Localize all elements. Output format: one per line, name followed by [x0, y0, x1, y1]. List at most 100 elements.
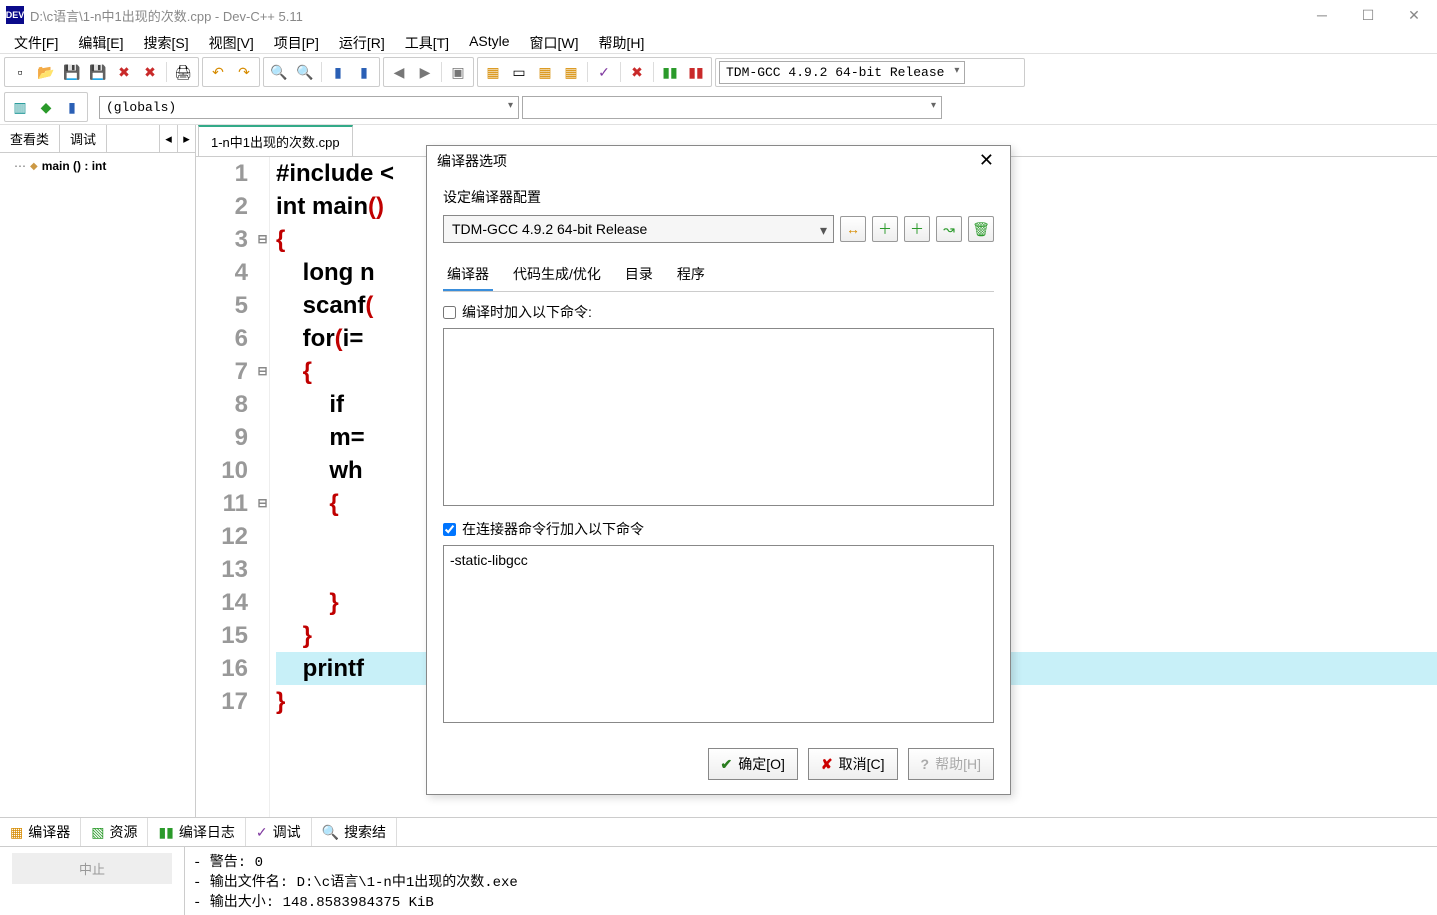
linker-commands-label: 在连接器命令行加入以下命令: [462, 519, 644, 539]
print-icon[interactable]: 🖨: [171, 60, 195, 84]
dialog-section-label: 设定编译器配置: [443, 187, 994, 207]
close-all-icon[interactable]: ✖: [138, 60, 162, 84]
new-file-icon[interactable]: ▫: [8, 60, 32, 84]
tab-class-view[interactable]: 查看类: [0, 125, 60, 152]
bottom-panel: ▦编译器 ▧资源 ▮▮编译日志 ✓调试 🔍搜索结 中止 - 警告: 0 - 输出…: [0, 817, 1437, 907]
add-config-icon[interactable]: ＋: [872, 216, 898, 242]
find-icon[interactable]: 🔍: [267, 60, 291, 84]
dialog-tabs: 编译器 代码生成/优化 目录 程序: [443, 259, 994, 292]
bookmark-icon[interactable]: ▣: [446, 60, 470, 84]
compile-commands-label: 编译时加入以下命令:: [462, 302, 592, 322]
members-select[interactable]: [522, 96, 942, 119]
menu-view[interactable]: 视图[V]: [199, 30, 264, 53]
linker-commands-textarea[interactable]: [443, 545, 994, 723]
bars-icon: ▮▮: [158, 825, 173, 839]
app-icon: DEV: [6, 6, 24, 24]
dialog-tab-codegen[interactable]: 代码生成/优化: [509, 259, 605, 291]
new-class-icon[interactable]: ▥: [8, 95, 32, 119]
back-icon[interactable]: ◀: [387, 60, 411, 84]
left-tabs: 查看类 调试 ◂ ▸: [0, 125, 195, 153]
remove-profile-icon[interactable]: ▮▮: [684, 60, 708, 84]
tab-scroll-right-icon[interactable]: ▸: [177, 125, 195, 152]
replace-icon[interactable]: 🔍: [293, 60, 317, 84]
abort-button[interactable]: 中止: [12, 853, 172, 884]
bottom-tab-compiler[interactable]: ▦编译器: [0, 818, 81, 846]
menu-window[interactable]: 窗口[W]: [520, 30, 589, 53]
dialog-cancel-button[interactable]: ✘取消[C]: [808, 748, 898, 780]
file-tab-active[interactable]: 1-n中1出现的次数.cpp: [198, 125, 353, 156]
dialog-tab-programs[interactable]: 程序: [673, 259, 709, 291]
menu-search[interactable]: 搜索[S]: [133, 30, 198, 53]
toolbar-main: ▫ 📂 💾 💾 ✖ ✖ 🖨 ↶ ↷ 🔍 🔍 ▮ ▮ ◀ ▶ ▣ ▦ ▭ ▦ ▦ …: [0, 54, 1437, 90]
rename-config-icon[interactable]: ↔: [840, 216, 866, 242]
bottom-tabs: ▦编译器 ▧资源 ▮▮编译日志 ✓调试 🔍搜索结: [0, 818, 1437, 847]
delete-config-icon[interactable]: 🗑: [968, 216, 994, 242]
x-icon: ✘: [821, 756, 833, 773]
dialog-tab-compiler[interactable]: 编译器: [443, 259, 493, 291]
menu-tools[interactable]: 工具[T]: [395, 30, 459, 53]
menu-help[interactable]: 帮助[H]: [589, 30, 655, 53]
forward-icon[interactable]: ▶: [413, 60, 437, 84]
menu-run[interactable]: 运行[R]: [329, 30, 395, 53]
copy-config-icon[interactable]: ＋: [904, 216, 930, 242]
dialog-titlebar: 编译器选项 ✕: [427, 146, 1010, 175]
maximize-button[interactable]: ☐: [1345, 0, 1391, 30]
bottom-tab-search[interactable]: 🔍搜索结: [312, 818, 397, 846]
dialog-tab-directories[interactable]: 目录: [621, 259, 657, 291]
compiler-select[interactable]: TDM-GCC 4.9.2 64-bit Release: [719, 61, 965, 84]
menu-edit[interactable]: 编辑[E]: [68, 30, 133, 53]
save-icon[interactable]: 💾: [60, 60, 84, 84]
find-next-icon[interactable]: ▮: [326, 60, 350, 84]
tab-debug[interactable]: 调试: [60, 125, 107, 152]
menu-project[interactable]: 项目[P]: [264, 30, 329, 53]
compiler-config-select[interactable]: TDM-GCC 4.9.2 64-bit Release: [443, 215, 834, 243]
redo-icon[interactable]: ↷: [232, 60, 256, 84]
compile-commands-checkbox[interactable]: [443, 306, 456, 319]
tab-scroll-left-icon[interactable]: ◂: [159, 125, 177, 152]
dialog-close-button[interactable]: ✕: [973, 150, 1000, 171]
question-icon: ?: [921, 756, 930, 772]
compile-log[interactable]: - 警告: 0 - 输出文件名: D:\c语言\1-n中1出现的次数.exe -…: [185, 847, 1437, 915]
goto-line-icon[interactable]: ▮: [352, 60, 376, 84]
profile-icon[interactable]: ▮▮: [658, 60, 682, 84]
check-icon: ✓: [256, 825, 268, 839]
class-tree: ⋯ ◆ main () : int: [0, 153, 195, 179]
compile-commands-textarea[interactable]: [443, 328, 994, 506]
bottom-tab-debug[interactable]: ✓调试: [246, 818, 312, 846]
linker-commands-checkbox[interactable]: [443, 523, 456, 536]
fold-column[interactable]: ⊟⊟⊟: [256, 157, 270, 817]
close-button[interactable]: ✕: [1391, 0, 1437, 30]
dialog-ok-button[interactable]: ✔确定[O]: [708, 748, 798, 780]
search-icon: 🔍: [322, 825, 339, 839]
run-icon[interactable]: ▭: [507, 60, 531, 84]
linker-commands-check-row: 在连接器命令行加入以下命令: [443, 519, 994, 539]
tree-item-main[interactable]: ⋯ ◆ main () : int: [4, 157, 191, 175]
dialog-help-button[interactable]: ?帮助[H]: [908, 748, 994, 780]
menu-file[interactable]: 文件[F]: [4, 30, 68, 53]
insert-icon[interactable]: ◆: [34, 95, 58, 119]
stack-icon: ▧: [91, 825, 104, 839]
rebuild-icon[interactable]: ▦: [559, 60, 583, 84]
compile-run-icon[interactable]: ▦: [533, 60, 557, 84]
globals-select[interactable]: (globals): [99, 96, 519, 119]
toggle-icon[interactable]: ▮: [60, 95, 84, 119]
find-compilers-icon[interactable]: ↝: [936, 216, 962, 242]
menu-astyle[interactable]: AStyle: [459, 30, 519, 53]
undo-icon[interactable]: ↶: [206, 60, 230, 84]
compiler-options-dialog: 编译器选项 ✕ 设定编译器配置 TDM-GCC 4.9.2 64-bit Rel…: [426, 145, 1011, 795]
bottom-tab-resources[interactable]: ▧资源: [81, 818, 148, 846]
window-title: D:\c语言\1-n中1出现的次数.cpp - Dev-C++ 5.11: [30, 6, 303, 25]
bottom-tab-compile-log[interactable]: ▮▮编译日志: [148, 818, 245, 846]
open-file-icon[interactable]: 📂: [34, 60, 58, 84]
menubar: 文件[F] 编辑[E] 搜索[S] 视图[V] 项目[P] 运行[R] 工具[T…: [0, 30, 1437, 54]
save-all-icon[interactable]: 💾: [86, 60, 110, 84]
debug-icon[interactable]: ✓: [592, 60, 616, 84]
minimize-button[interactable]: ─: [1299, 0, 1345, 30]
function-icon: ◆: [30, 161, 38, 172]
grid-icon: ▦: [10, 825, 23, 839]
tree-item-label: main () : int: [42, 159, 107, 173]
close-file-icon[interactable]: ✖: [112, 60, 136, 84]
bottom-left-controls: 中止: [0, 847, 185, 915]
stop-icon[interactable]: ✖: [625, 60, 649, 84]
compile-icon[interactable]: ▦: [481, 60, 505, 84]
